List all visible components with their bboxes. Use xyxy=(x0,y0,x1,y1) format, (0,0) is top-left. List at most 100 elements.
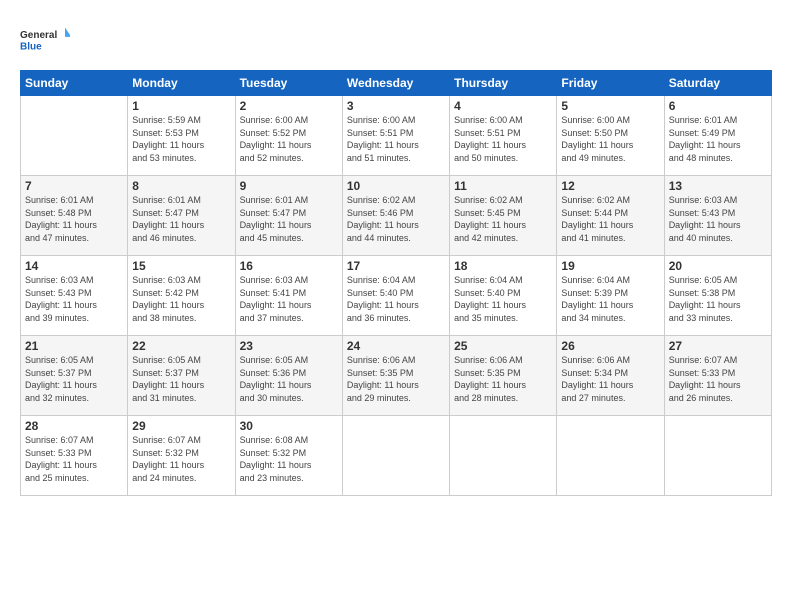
weekday-thursday: Thursday xyxy=(450,71,557,96)
day-number: 25 xyxy=(454,339,552,353)
weekday-tuesday: Tuesday xyxy=(235,71,342,96)
day-number: 17 xyxy=(347,259,445,273)
day-number: 23 xyxy=(240,339,338,353)
day-info: Sunrise: 6:01 AMSunset: 5:47 PMDaylight:… xyxy=(132,194,230,244)
day-cell: 30Sunrise: 6:08 AMSunset: 5:32 PMDayligh… xyxy=(235,416,342,496)
day-cell: 13Sunrise: 6:03 AMSunset: 5:43 PMDayligh… xyxy=(664,176,771,256)
calendar-body: 1Sunrise: 5:59 AMSunset: 5:53 PMDaylight… xyxy=(21,96,772,496)
day-number: 3 xyxy=(347,99,445,113)
day-cell: 18Sunrise: 6:04 AMSunset: 5:40 PMDayligh… xyxy=(450,256,557,336)
day-cell: 14Sunrise: 6:03 AMSunset: 5:43 PMDayligh… xyxy=(21,256,128,336)
day-cell: 21Sunrise: 6:05 AMSunset: 5:37 PMDayligh… xyxy=(21,336,128,416)
day-number: 16 xyxy=(240,259,338,273)
weekday-monday: Monday xyxy=(128,71,235,96)
day-cell: 19Sunrise: 6:04 AMSunset: 5:39 PMDayligh… xyxy=(557,256,664,336)
day-cell: 27Sunrise: 6:07 AMSunset: 5:33 PMDayligh… xyxy=(664,336,771,416)
day-number: 29 xyxy=(132,419,230,433)
day-cell: 10Sunrise: 6:02 AMSunset: 5:46 PMDayligh… xyxy=(342,176,449,256)
day-cell xyxy=(664,416,771,496)
day-info: Sunrise: 6:02 AMSunset: 5:44 PMDaylight:… xyxy=(561,194,659,244)
day-cell: 26Sunrise: 6:06 AMSunset: 5:34 PMDayligh… xyxy=(557,336,664,416)
day-number: 26 xyxy=(561,339,659,353)
day-info: Sunrise: 6:02 AMSunset: 5:46 PMDaylight:… xyxy=(347,194,445,244)
day-cell: 8Sunrise: 6:01 AMSunset: 5:47 PMDaylight… xyxy=(128,176,235,256)
day-cell xyxy=(342,416,449,496)
day-cell: 1Sunrise: 5:59 AMSunset: 5:53 PMDaylight… xyxy=(128,96,235,176)
day-info: Sunrise: 6:06 AMSunset: 5:35 PMDaylight:… xyxy=(454,354,552,404)
day-info: Sunrise: 6:04 AMSunset: 5:40 PMDaylight:… xyxy=(347,274,445,324)
logo: General Blue xyxy=(20,20,70,60)
week-row-2: 14Sunrise: 6:03 AMSunset: 5:43 PMDayligh… xyxy=(21,256,772,336)
day-cell: 28Sunrise: 6:07 AMSunset: 5:33 PMDayligh… xyxy=(21,416,128,496)
weekday-friday: Friday xyxy=(557,71,664,96)
day-info: Sunrise: 6:05 AMSunset: 5:36 PMDaylight:… xyxy=(240,354,338,404)
day-number: 7 xyxy=(25,179,123,193)
day-cell: 5Sunrise: 6:00 AMSunset: 5:50 PMDaylight… xyxy=(557,96,664,176)
day-info: Sunrise: 5:59 AMSunset: 5:53 PMDaylight:… xyxy=(132,114,230,164)
day-info: Sunrise: 6:00 AMSunset: 5:51 PMDaylight:… xyxy=(454,114,552,164)
day-info: Sunrise: 6:01 AMSunset: 5:49 PMDaylight:… xyxy=(669,114,767,164)
day-cell: 22Sunrise: 6:05 AMSunset: 5:37 PMDayligh… xyxy=(128,336,235,416)
day-cell: 12Sunrise: 6:02 AMSunset: 5:44 PMDayligh… xyxy=(557,176,664,256)
day-info: Sunrise: 6:04 AMSunset: 5:39 PMDaylight:… xyxy=(561,274,659,324)
day-number: 12 xyxy=(561,179,659,193)
day-cell: 20Sunrise: 6:05 AMSunset: 5:38 PMDayligh… xyxy=(664,256,771,336)
day-info: Sunrise: 6:07 AMSunset: 5:33 PMDaylight:… xyxy=(669,354,767,404)
week-row-1: 7Sunrise: 6:01 AMSunset: 5:48 PMDaylight… xyxy=(21,176,772,256)
day-number: 20 xyxy=(669,259,767,273)
week-row-3: 21Sunrise: 6:05 AMSunset: 5:37 PMDayligh… xyxy=(21,336,772,416)
weekday-sunday: Sunday xyxy=(21,71,128,96)
day-number: 24 xyxy=(347,339,445,353)
day-number: 2 xyxy=(240,99,338,113)
logo-svg: General Blue xyxy=(20,20,70,60)
day-number: 15 xyxy=(132,259,230,273)
day-info: Sunrise: 6:05 AMSunset: 5:38 PMDaylight:… xyxy=(669,274,767,324)
day-number: 1 xyxy=(132,99,230,113)
day-info: Sunrise: 6:05 AMSunset: 5:37 PMDaylight:… xyxy=(25,354,123,404)
day-cell: 23Sunrise: 6:05 AMSunset: 5:36 PMDayligh… xyxy=(235,336,342,416)
day-cell: 17Sunrise: 6:04 AMSunset: 5:40 PMDayligh… xyxy=(342,256,449,336)
day-cell: 4Sunrise: 6:00 AMSunset: 5:51 PMDaylight… xyxy=(450,96,557,176)
day-cell: 6Sunrise: 6:01 AMSunset: 5:49 PMDaylight… xyxy=(664,96,771,176)
day-info: Sunrise: 6:07 AMSunset: 5:33 PMDaylight:… xyxy=(25,434,123,484)
day-number: 14 xyxy=(25,259,123,273)
day-info: Sunrise: 6:01 AMSunset: 5:48 PMDaylight:… xyxy=(25,194,123,244)
day-cell: 7Sunrise: 6:01 AMSunset: 5:48 PMDaylight… xyxy=(21,176,128,256)
day-cell: 9Sunrise: 6:01 AMSunset: 5:47 PMDaylight… xyxy=(235,176,342,256)
day-info: Sunrise: 6:08 AMSunset: 5:32 PMDaylight:… xyxy=(240,434,338,484)
svg-text:Blue: Blue xyxy=(20,41,42,52)
day-number: 27 xyxy=(669,339,767,353)
day-info: Sunrise: 6:03 AMSunset: 5:43 PMDaylight:… xyxy=(669,194,767,244)
day-number: 28 xyxy=(25,419,123,433)
week-row-4: 28Sunrise: 6:07 AMSunset: 5:33 PMDayligh… xyxy=(21,416,772,496)
day-info: Sunrise: 6:05 AMSunset: 5:37 PMDaylight:… xyxy=(132,354,230,404)
day-number: 5 xyxy=(561,99,659,113)
day-info: Sunrise: 6:01 AMSunset: 5:47 PMDaylight:… xyxy=(240,194,338,244)
day-cell xyxy=(450,416,557,496)
day-info: Sunrise: 6:04 AMSunset: 5:40 PMDaylight:… xyxy=(454,274,552,324)
day-number: 9 xyxy=(240,179,338,193)
day-number: 18 xyxy=(454,259,552,273)
week-row-0: 1Sunrise: 5:59 AMSunset: 5:53 PMDaylight… xyxy=(21,96,772,176)
day-number: 30 xyxy=(240,419,338,433)
day-info: Sunrise: 6:07 AMSunset: 5:32 PMDaylight:… xyxy=(132,434,230,484)
weekday-row: SundayMondayTuesdayWednesdayThursdayFrid… xyxy=(21,71,772,96)
day-cell: 16Sunrise: 6:03 AMSunset: 5:41 PMDayligh… xyxy=(235,256,342,336)
day-number: 6 xyxy=(669,99,767,113)
day-info: Sunrise: 6:00 AMSunset: 5:52 PMDaylight:… xyxy=(240,114,338,164)
weekday-saturday: Saturday xyxy=(664,71,771,96)
day-number: 13 xyxy=(669,179,767,193)
day-info: Sunrise: 6:03 AMSunset: 5:41 PMDaylight:… xyxy=(240,274,338,324)
day-number: 10 xyxy=(347,179,445,193)
day-cell xyxy=(557,416,664,496)
day-info: Sunrise: 6:00 AMSunset: 5:50 PMDaylight:… xyxy=(561,114,659,164)
day-cell: 2Sunrise: 6:00 AMSunset: 5:52 PMDaylight… xyxy=(235,96,342,176)
day-info: Sunrise: 6:03 AMSunset: 5:42 PMDaylight:… xyxy=(132,274,230,324)
day-number: 21 xyxy=(25,339,123,353)
day-cell: 3Sunrise: 6:00 AMSunset: 5:51 PMDaylight… xyxy=(342,96,449,176)
calendar-header: SundayMondayTuesdayWednesdayThursdayFrid… xyxy=(21,71,772,96)
calendar: SundayMondayTuesdayWednesdayThursdayFrid… xyxy=(20,70,772,496)
day-info: Sunrise: 6:03 AMSunset: 5:43 PMDaylight:… xyxy=(25,274,123,324)
day-info: Sunrise: 6:00 AMSunset: 5:51 PMDaylight:… xyxy=(347,114,445,164)
day-cell: 24Sunrise: 6:06 AMSunset: 5:35 PMDayligh… xyxy=(342,336,449,416)
